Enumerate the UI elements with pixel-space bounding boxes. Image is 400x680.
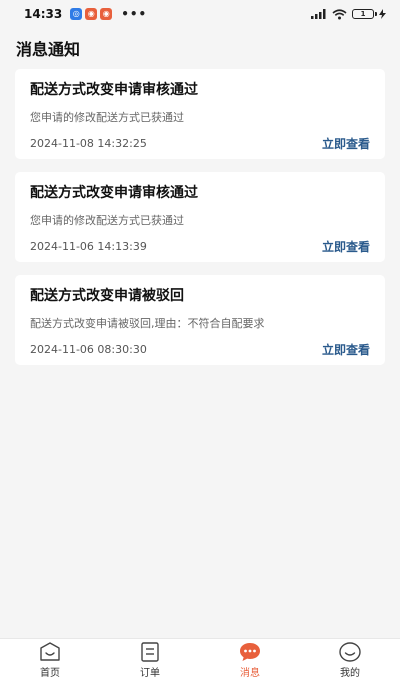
tab-label: 消息 bbox=[240, 668, 260, 679]
message-title: 配送方式改变申请审核通过 bbox=[30, 82, 198, 98]
message-description: 您申请的修改配送方式已获通过 bbox=[30, 111, 184, 124]
home-icon bbox=[40, 642, 60, 661]
wifi-icon bbox=[332, 8, 347, 19]
tab-label: 我的 bbox=[340, 668, 360, 679]
app-notification-icon: ◉ bbox=[85, 8, 98, 20]
status-indicators: 1 bbox=[311, 8, 386, 20]
bottom-tab-bar: 首页 订单 消息 我的 bbox=[0, 638, 400, 680]
message-card[interactable]: 配送方式改变申请审核通过 您申请的修改配送方式已获通过 2024-11-06 1… bbox=[15, 172, 385, 262]
signal-icon bbox=[311, 9, 326, 19]
tab-orders[interactable]: 订单 bbox=[100, 639, 200, 680]
message-card[interactable]: 配送方式改变申请被驳回 配送方式改变申请被驳回,理由：不符合自配要求 2024-… bbox=[15, 275, 385, 365]
message-description: 您申请的修改配送方式已获通过 bbox=[30, 214, 184, 227]
message-card[interactable]: 配送方式改变申请审核通过 您申请的修改配送方式已获通过 2024-11-08 1… bbox=[15, 69, 385, 159]
battery-icon: 1 bbox=[352, 9, 377, 19]
tab-home[interactable]: 首页 bbox=[0, 639, 100, 680]
tab-profile[interactable]: 我的 bbox=[300, 639, 400, 680]
tab-label: 首页 bbox=[40, 668, 60, 679]
app-notification-icon: ◎ bbox=[70, 8, 83, 20]
more-notifications-icon: ••• bbox=[121, 7, 148, 21]
view-now-link[interactable]: 立即查看 bbox=[322, 135, 370, 152]
message-list: 配送方式改变申请审核通过 您申请的修改配送方式已获通过 2024-11-08 1… bbox=[15, 69, 385, 378]
message-timestamp: 2024-11-08 14:32:25 bbox=[30, 137, 147, 150]
message-description: 配送方式改变申请被驳回,理由：不符合自配要求 bbox=[30, 317, 265, 330]
profile-icon bbox=[339, 642, 361, 662]
message-timestamp: 2024-11-06 08:30:30 bbox=[30, 343, 147, 356]
tab-label: 订单 bbox=[140, 668, 160, 679]
view-now-link[interactable]: 立即查看 bbox=[322, 341, 370, 358]
tab-messages[interactable]: 消息 bbox=[200, 639, 300, 680]
message-icon bbox=[240, 643, 260, 661]
page-title: 消息通知 bbox=[16, 40, 81, 59]
status-time: 14:33 bbox=[24, 7, 63, 21]
order-icon bbox=[141, 642, 159, 662]
app-notification-icon: ◉ bbox=[100, 8, 113, 20]
status-bar: 14:33 ◎ ◉ ◉ ••• 1 bbox=[0, 0, 400, 28]
message-timestamp: 2024-11-06 14:13:39 bbox=[30, 240, 147, 253]
charging-icon bbox=[379, 9, 386, 19]
message-title: 配送方式改变申请审核通过 bbox=[30, 185, 198, 201]
message-title: 配送方式改变申请被驳回 bbox=[30, 288, 184, 304]
view-now-link[interactable]: 立即查看 bbox=[322, 238, 370, 255]
